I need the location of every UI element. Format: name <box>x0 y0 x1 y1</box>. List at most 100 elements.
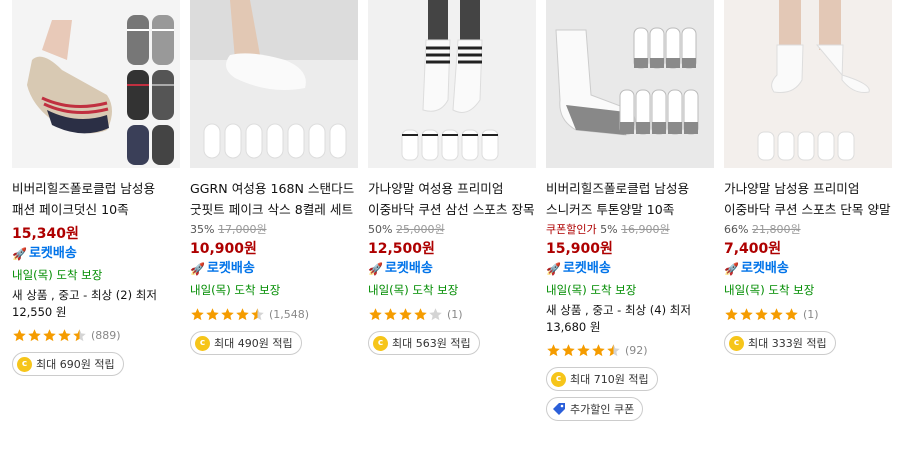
star-icon <box>73 328 86 341</box>
reward-pill: c 최대 690원 적립 <box>12 352 124 376</box>
used-info[interactable]: 새 상품 , 중고 - 최상 (4) 최저 <box>546 302 716 318</box>
product-image[interactable] <box>546 0 714 168</box>
discount-rate: 50% <box>368 223 393 236</box>
price-discount-line: 66% 21,800원 <box>724 223 894 237</box>
extra-coupon-text: 추가할인 쿠폰 <box>570 403 635 416</box>
star-icon <box>414 307 427 320</box>
rocket-badge: 🚀 로켓배송 <box>190 259 360 279</box>
star-rating <box>724 307 799 322</box>
reward-pill: c 최대 333원 적립 <box>724 331 836 355</box>
reward-pill: c 최대 490원 적립 <box>190 331 302 355</box>
price-discount-line: 35% 17,000원 <box>190 223 360 237</box>
rocket-label: 로켓배송 <box>206 261 255 276</box>
rocket-label: 로켓배송 <box>384 261 433 276</box>
star-icon <box>221 307 234 320</box>
product-image[interactable] <box>724 0 892 168</box>
review-count: (1) <box>803 307 819 321</box>
rating: (889) <box>12 326 182 344</box>
used-price: 12,550 원 <box>12 305 67 319</box>
product-card[interactable]: GGRN 여성용 168N 스탠다드 굿핏트 페이크 삭스 8켤레 세트 35%… <box>190 0 360 355</box>
product-card[interactable]: 가나양말 여성용 프리미엄 이중바닥 쿠션 삼선 스포츠 장목 양말 5켤레 세… <box>368 0 538 355</box>
coin-icon: c <box>729 335 744 351</box>
star-rating <box>12 328 87 343</box>
star-icon <box>43 328 56 341</box>
coin-icon: c <box>195 335 210 351</box>
product-row: 비버리힐즈폴로클럽 남성용 패션 페이크덧신 10족 15,340원 🚀 로켓배… <box>0 0 903 467</box>
reward-text: 최대 490원 적립 <box>214 337 293 350</box>
star-icon <box>755 307 768 320</box>
star-icon <box>369 307 382 320</box>
rocket-icon: 🚀 <box>546 262 561 276</box>
product-title[interactable]: 가나양말 여성용 프리미엄 이중바닥 쿠션 삼선 스포츠 장목 양말 5켤레 세… <box>368 178 538 220</box>
rocket-icon: 🚀 <box>368 262 383 276</box>
star-rating <box>368 307 443 322</box>
discount-rate: 5% <box>600 223 618 236</box>
product-title[interactable]: 비버리힐즈폴로클럽 남성용 패션 페이크덧신 10족 <box>12 178 182 220</box>
product-image[interactable] <box>368 0 536 168</box>
product-title[interactable]: 가나양말 남성용 프리미엄 이중바닥 쿠션 스포츠 단목 양말 5켤레 세트 <box>724 178 894 220</box>
sale-price: 15,900원 <box>546 241 613 257</box>
extra-coupon-pill[interactable]: 추가할인 쿠폰 <box>546 397 644 421</box>
star-icon <box>770 307 783 320</box>
product-image[interactable] <box>190 0 358 168</box>
rating: (1) <box>368 305 538 323</box>
star-icon <box>785 307 798 320</box>
star-icon <box>58 328 71 341</box>
rocket-icon: 🚀 <box>190 262 205 276</box>
star-icon <box>399 307 412 320</box>
star-icon <box>236 307 249 320</box>
rocket-badge: 🚀 로켓배송 <box>12 244 182 264</box>
discount-rate: 35% <box>190 223 215 236</box>
review-count: (889) <box>91 328 121 342</box>
reward-pill: c 최대 563원 적립 <box>368 331 480 355</box>
arrival-text: 내일(목) 도착 보장 <box>546 283 637 297</box>
reward-text: 최대 333원 적립 <box>748 337 827 350</box>
sale-price: 7,400원 <box>724 241 782 257</box>
arrival-text: 내일(목) 도착 보장 <box>190 283 281 297</box>
arrival-text: 내일(목) 도착 보장 <box>368 283 459 297</box>
original-price: 16,900원 <box>621 223 670 236</box>
product-card[interactable]: 비버리힐즈폴로클럽 남성용 스니커즈 투톤양말 10족 쿠폰할인가 5% 16,… <box>546 0 716 421</box>
star-icon <box>191 307 204 320</box>
star-icon <box>740 307 753 320</box>
discount-rate: 66% <box>724 223 749 236</box>
rating: (1,548) <box>190 305 360 323</box>
rocket-icon: 🚀 <box>12 247 27 261</box>
star-icon <box>547 343 560 356</box>
star-icon <box>384 307 397 320</box>
product-image[interactable] <box>12 0 180 168</box>
star-icon <box>206 307 219 320</box>
star-icon <box>13 328 26 341</box>
original-price: 25,000원 <box>395 223 445 236</box>
reward-pill: c 최대 710원 적립 <box>546 367 658 391</box>
star-icon <box>607 343 620 356</box>
rocket-label: 로켓배송 <box>28 246 77 261</box>
rocket-badge: 🚀 로켓배송 <box>368 259 538 279</box>
reward-text: 최대 563원 적립 <box>392 337 471 350</box>
coupon-tag-icon <box>551 402 566 417</box>
product-card[interactable]: 비버리힐즈폴로클럽 남성용 패션 페이크덧신 10족 15,340원 🚀 로켓배… <box>12 0 182 376</box>
product-title[interactable]: GGRN 여성용 168N 스탠다드 굿핏트 페이크 삭스 8켤레 세트 <box>190 178 360 220</box>
original-price: 17,000원 <box>217 223 267 236</box>
coin-icon: c <box>17 356 32 372</box>
product-title[interactable]: 비버리힐즈폴로클럽 남성용 스니커즈 투톤양말 10족 <box>546 178 716 220</box>
star-rating <box>546 343 621 358</box>
rating: (1) <box>724 305 894 323</box>
sale-price: 10,900원 <box>190 241 257 257</box>
star-icon <box>592 343 605 356</box>
reward-text: 최대 710원 적립 <box>570 373 649 386</box>
sale-price: 12,500원 <box>368 241 435 257</box>
rocket-badge: 🚀 로켓배송 <box>546 259 716 279</box>
coin-icon: c <box>551 371 566 387</box>
reward-text: 최대 690원 적립 <box>36 358 115 371</box>
used-price: 13,680 원 <box>546 320 601 334</box>
star-icon <box>251 307 264 320</box>
star-rating <box>190 307 265 322</box>
star-icon <box>725 307 738 320</box>
product-card[interactable]: 가나양말 남성용 프리미엄 이중바닥 쿠션 스포츠 단목 양말 5켤레 세트 6… <box>724 0 894 355</box>
star-icon <box>28 328 41 341</box>
used-info[interactable]: 새 상품 , 중고 - 최상 (2) 최저 <box>12 287 182 303</box>
star-icon <box>562 343 575 356</box>
arrival-text: 내일(목) 도착 보장 <box>724 283 815 297</box>
review-count: (1,548) <box>269 307 310 321</box>
